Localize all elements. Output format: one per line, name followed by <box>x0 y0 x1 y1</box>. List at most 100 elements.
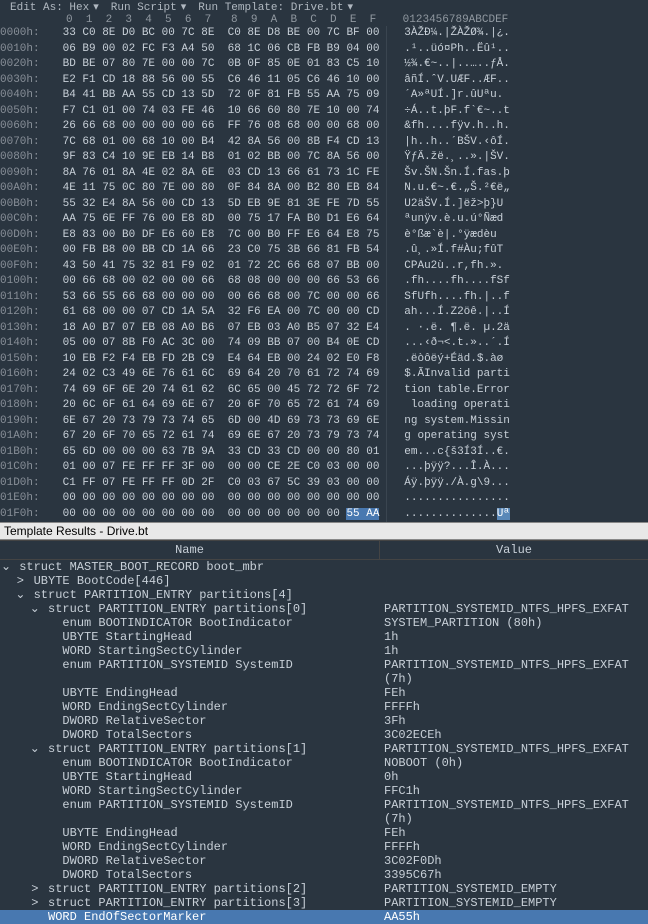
hex-row[interactable]: 00A0h: 4E 11 75 0C 80 7E 00 80 0F 84 8A … <box>0 181 648 197</box>
tree-row[interactable]: DWORD TotalSectors3395C67h <box>0 868 648 882</box>
hex-row[interactable]: 00B0h: 55 32 E4 8A 56 00 CD 13 5D EB 9E … <box>0 197 648 213</box>
tree-row[interactable]: UBYTE EndingHeadFEh <box>0 826 648 840</box>
tree-row[interactable]: enum PARTITION_SYSTEMID SystemIDPARTITIO… <box>0 798 648 826</box>
expand-icon[interactable]: ⌄ <box>14 588 26 602</box>
hex-row[interactable]: 0180h: 20 6C 6F 61 64 69 6E 67 20 6F 70 … <box>0 398 648 414</box>
tree-row[interactable]: WORD EndingSectCylinderFFFFh <box>0 840 648 854</box>
hex-row[interactable]: 0010h: 06 B9 00 02 FC F3 A4 50 68 1C 06 … <box>0 42 648 58</box>
expand-icon <box>43 784 55 798</box>
hex-row[interactable]: 00E0h: 00 FB B8 00 BB CD 1A 66 23 C0 75 … <box>0 243 648 259</box>
menu-runtemplate[interactable]: Run Template: Drive.bt▾ <box>192 0 359 14</box>
hex-row[interactable]: 01C0h: 01 00 07 FE FF FF 3F 00 00 00 CE … <box>0 460 648 476</box>
expand-icon <box>43 630 55 644</box>
expand-icon[interactable]: > <box>29 882 41 896</box>
tree-row[interactable]: enum BOOTINDICATOR BootIndicatorNOBOOT (… <box>0 756 648 770</box>
hex-row[interactable]: 0160h: 24 02 C3 49 6E 76 61 6C 69 64 20 … <box>0 367 648 383</box>
expand-icon <box>43 686 55 700</box>
hex-row[interactable]: 00D0h: E8 83 00 B0 DF E6 60 E8 7C 00 B0 … <box>0 228 648 244</box>
expand-icon <box>43 840 55 854</box>
hex-row[interactable]: 0000h: 33 C0 8E D0 BC 00 7C 8E C0 8E D8 … <box>0 26 648 42</box>
hex-row[interactable]: 0090h: 8A 76 01 8A 4E 02 8A 6E 03 CD 13 … <box>0 166 648 182</box>
hex-row[interactable]: 0050h: F7 C1 01 00 74 03 FE 46 10 66 60 … <box>0 104 648 120</box>
tree-row[interactable]: UBYTE EndingHeadFEh <box>0 686 648 700</box>
tree-row[interactable]: ⌄ struct PARTITION_ENTRY partitions[4] <box>0 588 648 602</box>
tree-header: Name Value <box>0 540 648 560</box>
expand-icon <box>29 910 41 924</box>
expand-icon[interactable]: ⌄ <box>29 742 41 756</box>
hex-row[interactable]: 0150h: 10 EB F2 F4 EB FD 2B C9 E4 64 EB … <box>0 352 648 368</box>
tree-value: PARTITION_SYSTEMID_EMPTY <box>380 882 648 896</box>
tree-row[interactable]: UBYTE StartingHead1h <box>0 630 648 644</box>
menu-editas[interactable]: Edit As: Hex▾ <box>4 0 105 14</box>
hex-row[interactable]: 0070h: 7C 68 01 00 68 10 00 B4 42 8A 56 … <box>0 135 648 151</box>
tree-row[interactable]: WORD StartingSectCylinder1h <box>0 644 648 658</box>
hex-row[interactable]: 01B0h: 65 6D 00 00 00 63 7B 9A 33 CD 33 … <box>0 445 648 461</box>
hex-row[interactable]: 01A0h: 67 20 6F 70 65 72 61 74 69 6E 67 … <box>0 429 648 445</box>
tree-row[interactable]: DWORD RelativeSector3C02F0Dh <box>0 854 648 868</box>
tree-row[interactable]: UBYTE StartingHead0h <box>0 770 648 784</box>
template-results-title: Template Results - Drive.bt <box>0 522 648 540</box>
expand-icon <box>43 616 55 630</box>
tree-row[interactable]: ⌄ struct PARTITION_ENTRY partitions[1]PA… <box>0 742 648 756</box>
tree-row[interactable]: DWORD RelativeSector3Fh <box>0 714 648 728</box>
tree-value: PARTITION_SYSTEMID_NTFS_HPFS_EXFAT <box>380 742 648 756</box>
tree-row[interactable]: > struct PARTITION_ENTRY partitions[3]PA… <box>0 896 648 910</box>
hex-row[interactable]: 0020h: BD BE 07 80 7E 00 00 7C 0B 0F 85 … <box>0 57 648 73</box>
tree-row[interactable]: WORD EndingSectCylinderFFFFh <box>0 700 648 714</box>
tree-row[interactable]: WORD StartingSectCylinderFFC1h <box>0 784 648 798</box>
hex-row[interactable]: 01D0h: C1 FF 07 FE FF FF 0D 2F C0 03 67 … <box>0 476 648 492</box>
hex-row[interactable]: 01E0h: 00 00 00 00 00 00 00 00 00 00 00 … <box>0 491 648 507</box>
expand-icon <box>43 798 55 812</box>
tree-value: FFFFh <box>380 700 648 714</box>
expand-icon <box>43 728 55 742</box>
expand-icon <box>43 826 55 840</box>
tree-row[interactable]: enum BOOTINDICATOR BootIndicatorSYSTEM_P… <box>0 616 648 630</box>
expand-icon[interactable]: ⌄ <box>29 602 41 616</box>
tree-value: PARTITION_SYSTEMID_NTFS_HPFS_EXFAT (7h) <box>380 658 648 686</box>
hex-row[interactable]: 0170h: 74 69 6F 6E 20 74 61 62 6C 65 00 … <box>0 383 648 399</box>
tree-row[interactable]: WORD EndOfSectorMarkerAA55h <box>0 910 648 924</box>
tree-value: 1h <box>380 630 648 644</box>
expand-icon[interactable]: > <box>14 574 26 588</box>
tree-value: PARTITION_SYSTEMID_NTFS_HPFS_EXFAT <box>380 602 648 616</box>
tree-col-value[interactable]: Value <box>380 541 648 559</box>
tree-row[interactable]: ⌄ struct MASTER_BOOT_RECORD boot_mbr <box>0 560 648 574</box>
hex-column-header: 0 1 2 3 4 5 6 7 8 9 A B C D E F 01234567… <box>0 14 648 26</box>
hex-row[interactable]: 0190h: 6E 67 20 73 79 73 74 65 6D 00 4D … <box>0 414 648 430</box>
menu-runscript[interactable]: Run Script▾ <box>105 0 193 14</box>
expand-icon <box>43 868 55 882</box>
tree-value <box>380 588 648 602</box>
hex-row[interactable]: 0110h: 53 66 55 66 68 00 00 00 00 66 68 … <box>0 290 648 306</box>
expand-icon <box>43 854 55 868</box>
hex-row[interactable]: 0080h: 9F 83 C4 10 9E EB 14 B8 01 02 BB … <box>0 150 648 166</box>
hex-row[interactable]: 0130h: 18 A0 B7 07 EB 08 A0 B6 07 EB 03 … <box>0 321 648 337</box>
tree-value: FEh <box>380 826 648 840</box>
tree-row[interactable]: > UBYTE BootCode[446] <box>0 574 648 588</box>
tree-body: ⌄ struct MASTER_BOOT_RECORD boot_mbr > U… <box>0 560 648 924</box>
hex-row[interactable]: 0060h: 26 66 68 00 00 00 00 66 FF 76 08 … <box>0 119 648 135</box>
hex-editor[interactable]: 0000h: 33 C0 8E D0 BC 00 7C 8E C0 8E D8 … <box>0 26 648 522</box>
hex-row[interactable]: 00C0h: AA 75 6E FF 76 00 E8 8D 00 75 17 … <box>0 212 648 228</box>
tree-value: 3C02ECEh <box>380 728 648 742</box>
hex-row[interactable]: 00F0h: 43 50 41 75 32 81 F9 02 01 72 2C … <box>0 259 648 275</box>
tree-row[interactable]: > struct PARTITION_ENTRY partitions[2]PA… <box>0 882 648 896</box>
tree-row[interactable]: ⌄ struct PARTITION_ENTRY partitions[0]PA… <box>0 602 648 616</box>
tree-value: 3395C67h <box>380 868 648 882</box>
hex-row[interactable]: 0140h: 05 00 07 8B F0 AC 3C 00 74 09 BB … <box>0 336 648 352</box>
expand-icon[interactable]: > <box>29 896 41 910</box>
hex-row[interactable]: 0100h: 00 66 68 00 02 00 00 66 68 08 00 … <box>0 274 648 290</box>
tree-value: 3Fh <box>380 714 648 728</box>
expand-icon[interactable]: ⌄ <box>0 560 12 574</box>
hex-row[interactable]: 01F0h: 00 00 00 00 00 00 00 00 00 00 00 … <box>0 507 648 523</box>
hex-row[interactable]: 0030h: E2 F1 CD 18 88 56 00 55 C6 46 11 … <box>0 73 648 89</box>
expand-icon <box>43 756 55 770</box>
hex-row[interactable]: 0120h: 61 68 00 00 07 CD 1A 5A 32 F6 EA … <box>0 305 648 321</box>
expand-icon <box>43 770 55 784</box>
tree-value: PARTITION_SYSTEMID_EMPTY <box>380 896 648 910</box>
tree-row[interactable]: DWORD TotalSectors3C02ECEh <box>0 728 648 742</box>
expand-icon <box>43 714 55 728</box>
tree-col-name[interactable]: Name <box>0 541 380 559</box>
tree-row[interactable]: enum PARTITION_SYSTEMID SystemIDPARTITIO… <box>0 658 648 686</box>
hex-row[interactable]: 0040h: B4 41 BB AA 55 CD 13 5D 72 0F 81 … <box>0 88 648 104</box>
tree-value: FFC1h <box>380 784 648 798</box>
